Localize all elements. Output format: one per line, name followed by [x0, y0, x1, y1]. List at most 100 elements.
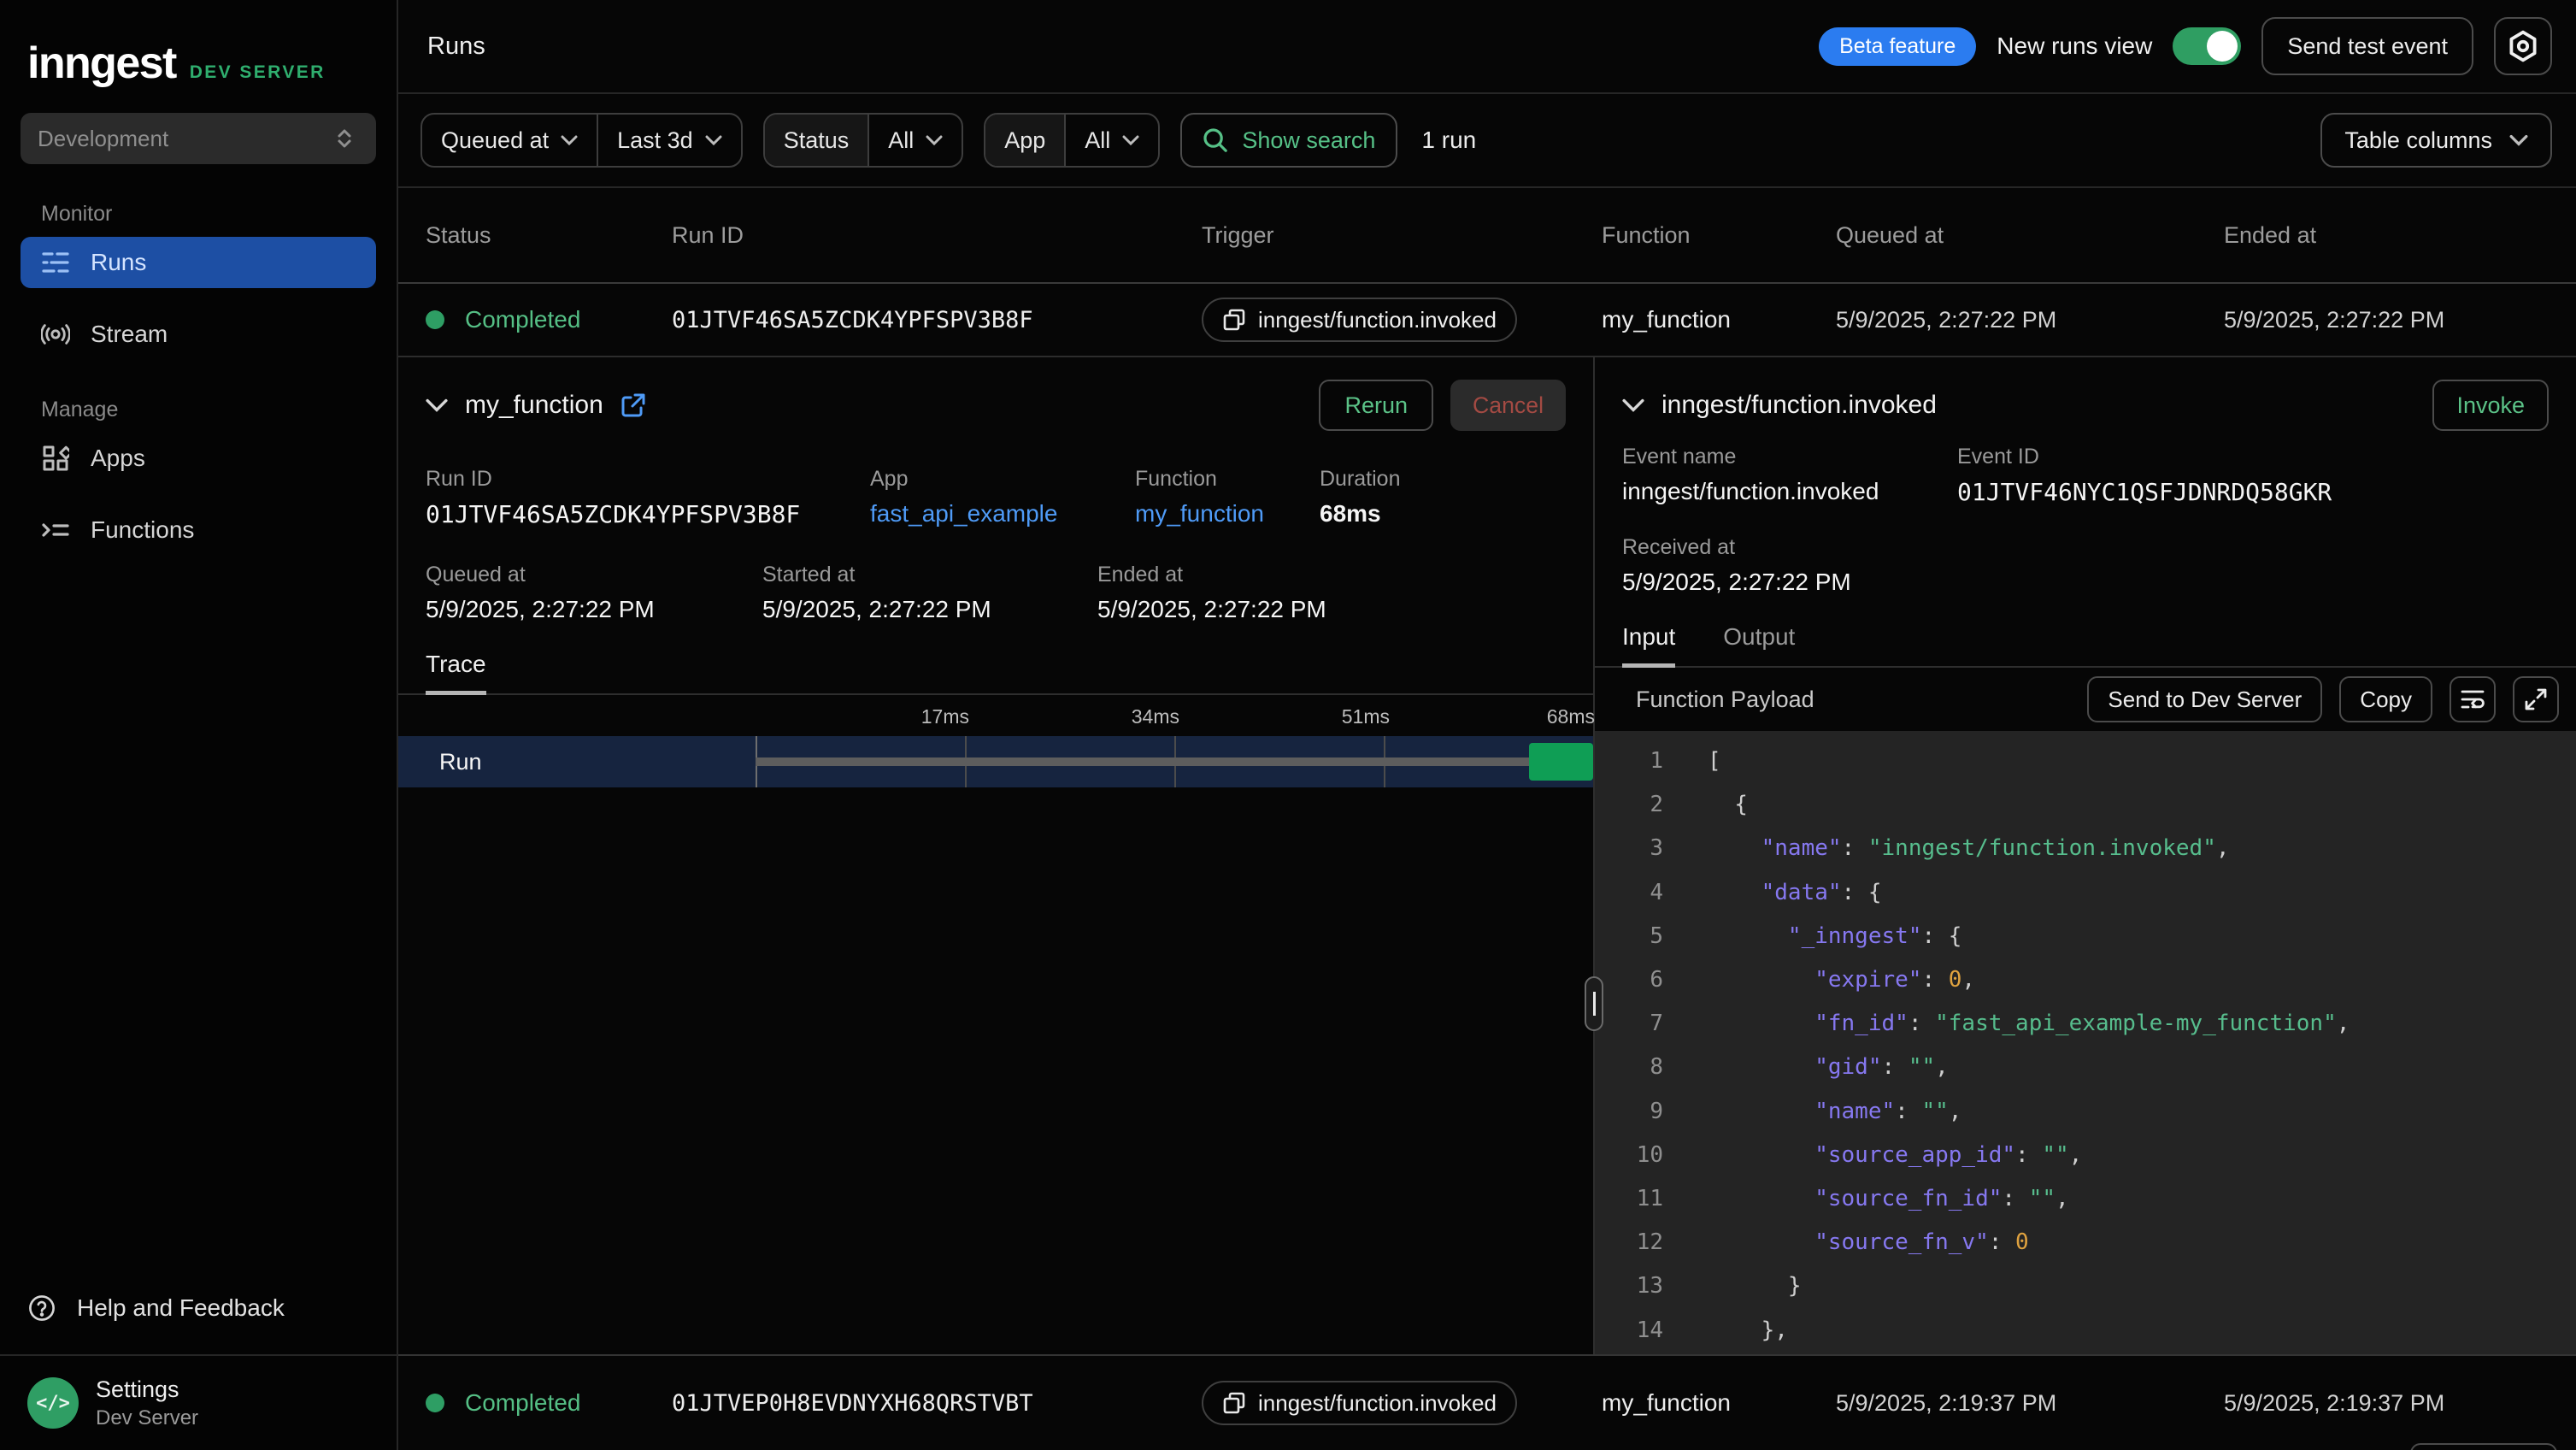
- started-at-label: Started at: [762, 563, 1097, 587]
- code-line: 5 "_inngest": {: [1595, 915, 2576, 958]
- search-icon: [1203, 127, 1228, 153]
- run-id-label: Run ID: [426, 467, 870, 492]
- queued-at-value: 5/9/2025, 2:27:22 PM: [1836, 307, 2224, 333]
- app-link[interactable]: fast_api_example: [870, 500, 1135, 528]
- line-number: 2: [1595, 783, 1663, 827]
- app-filter-group: App All: [984, 113, 1160, 168]
- environment-select[interactable]: Development: [21, 113, 376, 164]
- code-line: 10 "source_app_id": "",: [1595, 1134, 2576, 1177]
- beta-feature-badge: Beta feature: [1819, 27, 1976, 66]
- cancel-button[interactable]: Cancel: [1450, 380, 1566, 431]
- event-name-value: inngest/function.invoked: [1622, 478, 1957, 505]
- table-row[interactable]: Completed 01JTVF46SA5ZCDK4YPFSPV3B8F inn…: [398, 284, 2576, 357]
- run-id-value: 01JTVF46SA5ZCDK4YPFSPV3B8F: [426, 500, 870, 528]
- started-at-value: 5/9/2025, 2:27:22 PM: [762, 596, 1097, 623]
- expand-payload-button[interactable]: [2513, 676, 2559, 722]
- code-line: 9 "name": "",: [1595, 1090, 2576, 1134]
- new-runs-view-toggle[interactable]: [2173, 27, 2241, 65]
- tab-output[interactable]: Output: [1723, 623, 1795, 666]
- toggle-knob: [2207, 31, 2238, 62]
- table-header: Status Run ID Trigger Function Queued at…: [398, 188, 2576, 284]
- send-test-event-button[interactable]: Send test event: [2261, 17, 2473, 75]
- show-search-button[interactable]: Show search: [1180, 113, 1397, 168]
- run-id: 01JTVF46SA5ZCDK4YPFSPV3B8F: [672, 307, 1202, 333]
- trace-run-row[interactable]: Run: [398, 736, 1593, 787]
- runs-icon: [41, 248, 70, 277]
- code-line: 8 "gid": "",: [1595, 1046, 2576, 1089]
- code-line: 3 "name": "inngest/function.invoked",: [1595, 827, 2576, 870]
- tab-trace[interactable]: Trace: [426, 651, 486, 693]
- tab-input[interactable]: Input: [1622, 623, 1675, 666]
- status-filter-value: All: [888, 127, 914, 154]
- copy-button[interactable]: Copy: [2339, 676, 2432, 722]
- external-link-icon[interactable]: [620, 392, 646, 418]
- chevron-down-icon: [2509, 134, 2528, 146]
- payload-code-viewer[interactable]: 1[2 {3 "name": "inngest/function.invoked…: [1595, 731, 2576, 1354]
- function-label: Function: [1135, 467, 1320, 492]
- duration-label: Duration: [1320, 467, 1566, 492]
- table-columns-button[interactable]: Table columns: [2320, 113, 2552, 168]
- trigger-pill[interactable]: inngest/function.invoked: [1202, 298, 1517, 342]
- duration-value: 68ms: [1320, 500, 1566, 528]
- ended-at-label: Ended at: [1097, 563, 1566, 587]
- payload-toolbar: Function Payload Send to Dev Server Copy: [1595, 668, 2576, 731]
- axis-tick: 51ms: [1270, 705, 1390, 728]
- received-at-label: Received at: [1622, 535, 1959, 560]
- event-id-label: Event ID: [1957, 445, 2549, 469]
- collapse-chevron-icon[interactable]: [426, 398, 448, 412]
- time-field-value: Queued at: [441, 127, 549, 154]
- event-title: inngest/function.invoked: [1661, 391, 1937, 420]
- app-filter-label: App: [985, 115, 1064, 166]
- app-root: inngest DEV SERVER Development Monitor R: [0, 0, 2576, 1450]
- app-filter-dropdown[interactable]: All: [1066, 115, 1158, 166]
- trace-tabs: Trace: [398, 651, 1593, 695]
- line-number: 6: [1595, 958, 1663, 1002]
- trigger-pill[interactable]: inngest/function.invoked: [1202, 1381, 1517, 1425]
- logo: inngest DEV SERVER: [0, 0, 397, 89]
- line-number: 13: [1595, 1264, 1663, 1308]
- word-wrap-button[interactable]: [2450, 676, 2496, 722]
- queued-at-value: 5/9/2025, 2:19:37 PM: [1836, 1390, 2224, 1417]
- line-number: 9: [1595, 1090, 1663, 1134]
- top-bar: Runs Beta feature New runs view Send tes…: [398, 0, 2576, 94]
- event-windows-icon: [1222, 1391, 1246, 1415]
- code-line: 12 "source_fn_v": 0: [1595, 1221, 2576, 1264]
- time-range-value: Last 3d: [617, 127, 693, 154]
- invoke-button[interactable]: Invoke: [2432, 380, 2549, 431]
- sidebar-item-apps[interactable]: Apps: [21, 433, 376, 484]
- status-label: Completed: [465, 1389, 580, 1417]
- sidebar-item-stream[interactable]: Stream: [21, 309, 376, 360]
- settings-entry[interactable]: </> Settings Dev Server: [0, 1354, 397, 1450]
- run-detail-region: my_function Rerun Cancel Run ID 01JTVF46…: [398, 357, 2576, 1354]
- sidebar-item-label: Runs: [91, 249, 146, 276]
- run-detail-pane: my_function Rerun Cancel Run ID 01JTVF46…: [398, 357, 1595, 1354]
- logo-suffix: DEV SERVER: [190, 62, 326, 83]
- sidebar-item-runs[interactable]: Runs: [21, 237, 376, 288]
- status-filter-group: Status All: [763, 113, 964, 168]
- status-filter-dropdown[interactable]: All: [869, 115, 962, 166]
- send-to-dev-server-button[interactable]: Send to Dev Server: [2087, 676, 2322, 722]
- time-range-dropdown[interactable]: Last 3d: [598, 115, 741, 166]
- app-label: App: [870, 467, 1135, 492]
- ended-at-value: 5/9/2025, 2:19:37 PM: [2224, 1390, 2576, 1417]
- collapse-chevron-icon[interactable]: [1622, 398, 1644, 412]
- code-line: 14 },: [1595, 1309, 2576, 1353]
- line-number: 3: [1595, 827, 1663, 870]
- time-field-dropdown[interactable]: Queued at: [422, 115, 597, 166]
- sidebar-item-functions[interactable]: Functions: [21, 504, 376, 556]
- run-id: 01JTVEP0H8EVDNYXH68QRSTVBT: [672, 1390, 1202, 1417]
- rerun-button[interactable]: Rerun: [1319, 380, 1433, 431]
- line-number: 5: [1595, 915, 1663, 958]
- help-and-feedback[interactable]: Help and Feedback: [0, 1262, 397, 1354]
- table-row[interactable]: Completed 01JTVEP0H8EVDNYXH68QRSTVBT inn…: [398, 1354, 2576, 1450]
- settings-subtitle: Dev Server: [96, 1406, 198, 1430]
- panel-resize-handle[interactable]: [1585, 976, 1603, 1031]
- axis-tick: 17ms: [850, 705, 969, 728]
- axis-tick: 34ms: [1060, 705, 1179, 728]
- function-link[interactable]: my_function: [1135, 500, 1320, 528]
- sidebar-item-label: Functions: [91, 516, 194, 544]
- column-header-run-id: Run ID: [672, 222, 1202, 249]
- sidebar-section-monitor: Monitor: [41, 202, 397, 227]
- settings-gear-button[interactable]: [2494, 17, 2552, 75]
- payload-title: Function Payload: [1636, 687, 2070, 713]
